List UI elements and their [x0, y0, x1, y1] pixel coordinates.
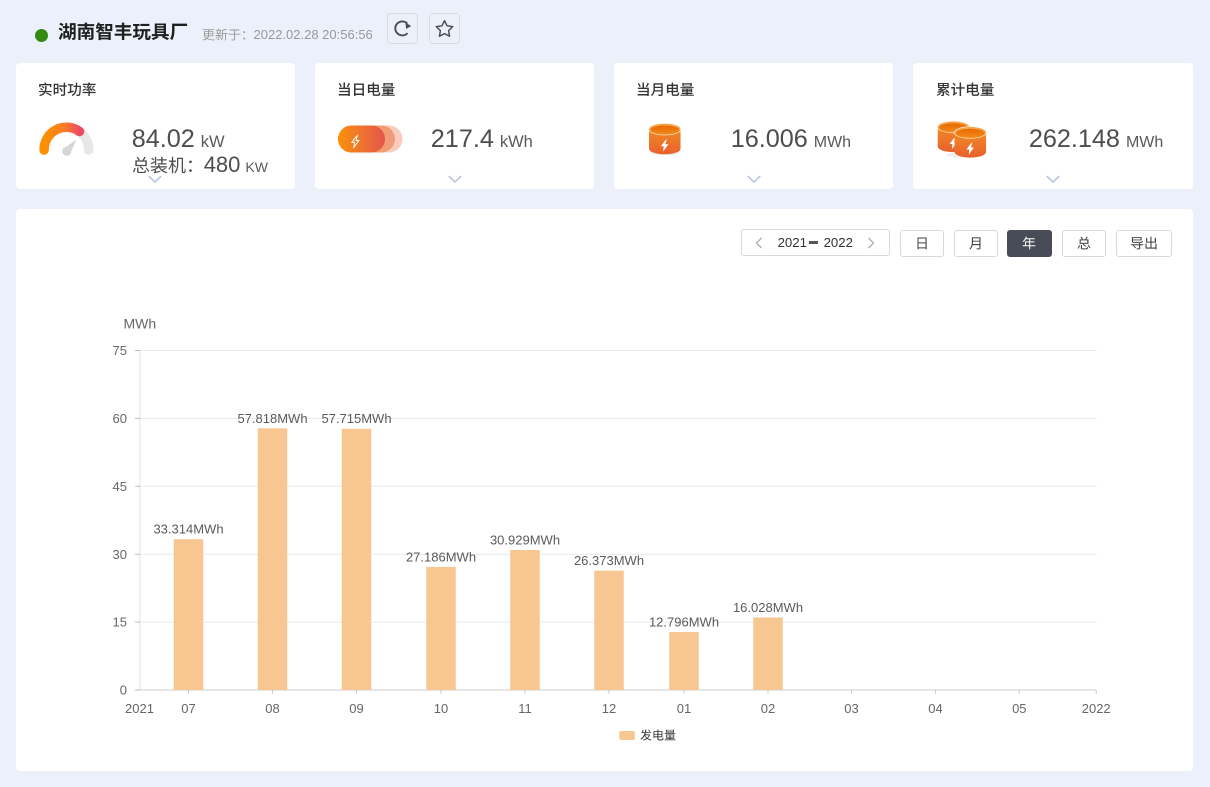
svg-text:27.186MWh: 27.186MWh — [405, 549, 475, 564]
svg-text:57.818MWh: 57.818MWh — [237, 411, 307, 426]
svg-text:01: 01 — [676, 701, 690, 716]
svg-text:09: 09 — [349, 701, 363, 716]
svg-text:60: 60 — [112, 411, 126, 426]
svg-text:15: 15 — [112, 615, 126, 630]
svg-text:57.715MWh: 57.715MWh — [321, 411, 391, 426]
svg-text:03: 03 — [844, 701, 858, 716]
svg-text:33.314MWh: 33.314MWh — [153, 522, 223, 537]
svg-text:26.373MWh: 26.373MWh — [573, 553, 643, 568]
svg-text:05: 05 — [1012, 701, 1026, 716]
svg-text:0: 0 — [119, 683, 126, 698]
svg-text:75: 75 — [112, 343, 126, 358]
svg-text:2021: 2021 — [125, 701, 154, 716]
svg-text:30.929MWh: 30.929MWh — [489, 532, 559, 547]
svg-text:10: 10 — [433, 701, 447, 716]
svg-text:45: 45 — [112, 479, 126, 494]
svg-text:11: 11 — [518, 701, 532, 716]
svg-text:16.028MWh: 16.028MWh — [732, 600, 802, 615]
svg-text:30: 30 — [112, 547, 126, 562]
svg-text:04: 04 — [928, 701, 942, 716]
svg-text:12: 12 — [601, 701, 615, 716]
svg-text:MWh: MWh — [123, 316, 156, 332]
svg-text:2022: 2022 — [1081, 701, 1110, 716]
svg-text:07: 07 — [181, 701, 195, 716]
svg-text:02: 02 — [760, 701, 774, 716]
svg-text:12.796MWh: 12.796MWh — [648, 615, 718, 630]
svg-text:08: 08 — [265, 701, 279, 716]
